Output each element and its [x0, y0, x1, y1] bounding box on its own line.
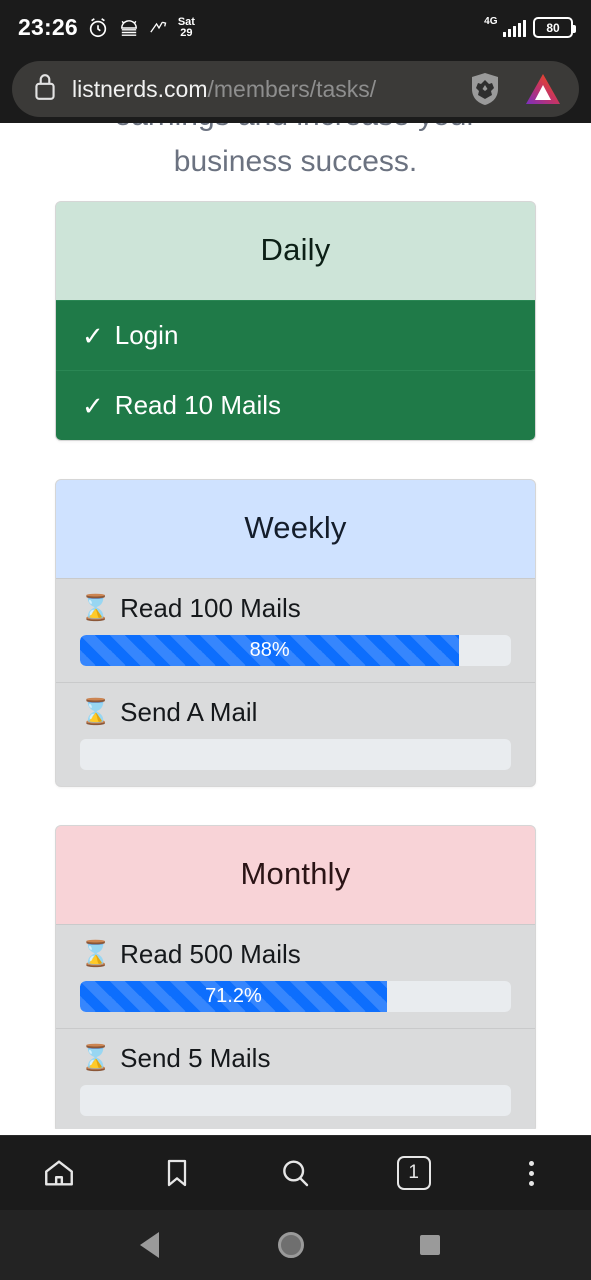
progress-track: [80, 1085, 511, 1116]
alarm-icon: [87, 17, 109, 39]
task-row-read-100-mails[interactable]: ⌛ Read 100 Mails 88%: [56, 578, 535, 682]
recents-icon[interactable]: [420, 1235, 440, 1255]
lock-icon: [32, 72, 58, 107]
home-circle-icon[interactable]: [278, 1232, 304, 1258]
network-type-label: 4G: [484, 16, 498, 27]
brave-rewards-bat-logo[interactable]: [521, 67, 565, 111]
brave-shield-icon[interactable]: [467, 71, 503, 107]
web-page-content: earnings and increase your business succ…: [0, 123, 591, 1129]
task-cards-list: Daily ✓ Login ✓ Read 10 Mails Weekly ⌛ R…: [0, 185, 591, 1129]
card-title-daily: Daily: [56, 202, 535, 300]
task-label: Send A Mail: [120, 697, 258, 727]
card-title-weekly: Weekly: [56, 480, 535, 578]
progress-track: 88%: [80, 635, 511, 666]
status-clock: 23:26: [18, 14, 78, 40]
phone-screen: 23:26 Sat 29 4G 80 listnerds.com/members…: [0, 0, 591, 1280]
more-dots: [529, 1160, 535, 1186]
task-card-daily: Daily ✓ Login ✓ Read 10 Mails: [55, 201, 536, 441]
tab-count: 1: [396, 1156, 431, 1190]
status-bar-right: 4G 80: [484, 16, 576, 38]
android-nav-bar: [0, 1210, 591, 1280]
android-icon: [118, 19, 140, 37]
task-row-send-a-mail[interactable]: ⌛ Send A Mail: [56, 682, 535, 786]
check-icon: ✓: [82, 390, 104, 421]
task-card-weekly: Weekly ⌛ Read 100 Mails 88% ⌛ Send A Mai…: [55, 479, 536, 787]
task-label-row: ⌛ Send A Mail: [80, 697, 511, 728]
intro-paragraph: earnings and increase your business succ…: [0, 123, 591, 185]
task-label: Read 500 Mails: [120, 939, 301, 969]
task-row-read-500-mails[interactable]: ⌛ Read 500 Mails 71.2%: [56, 924, 535, 1028]
card-title-monthly: Monthly: [56, 826, 535, 924]
home-icon[interactable]: [31, 1145, 87, 1201]
status-bar-left: 23:26 Sat 29: [18, 14, 195, 41]
task-label: Login: [114, 320, 179, 350]
hourglass-icon: ⌛: [80, 698, 112, 726]
status-date: Sat 29: [178, 16, 195, 39]
back-icon[interactable]: [140, 1232, 159, 1258]
hourglass-icon: ⌛: [80, 1044, 112, 1072]
task-row-read-10-mails[interactable]: ✓ Read 10 Mails: [56, 370, 535, 440]
progress-bar: 88%: [80, 635, 460, 666]
bookmark-icon[interactable]: [149, 1145, 205, 1201]
task-row-login[interactable]: ✓ Login: [56, 300, 535, 370]
task-row-send-5-mails[interactable]: ⌛ Send 5 Mails: [56, 1028, 535, 1129]
url-bar[interactable]: listnerds.com/members/tasks/: [12, 61, 579, 117]
search-icon[interactable]: [267, 1145, 323, 1201]
progress-label: 71.2%: [205, 985, 262, 1007]
browser-url-bar-container: listnerds.com/members/tasks/: [0, 55, 591, 123]
status-date-number: 29: [180, 26, 193, 39]
progress-track: [80, 739, 511, 770]
check-icon: ✓: [82, 320, 104, 351]
android-status-bar: 23:26 Sat 29 4G 80: [0, 0, 591, 55]
activity-icon: [149, 19, 169, 37]
url-domain: listnerds.com: [72, 75, 208, 102]
hourglass-icon: ⌛: [80, 940, 112, 968]
task-card-monthly: Monthly ⌛ Read 500 Mails 71.2% ⌛ Send 5 …: [55, 825, 536, 1129]
progress-track: 71.2%: [80, 981, 511, 1012]
task-label: Read 10 Mails: [114, 390, 281, 420]
task-label: Send 5 Mails: [120, 1043, 271, 1073]
tabs-icon[interactable]: 1: [386, 1145, 442, 1201]
url-text[interactable]: listnerds.com/members/tasks/: [72, 76, 453, 103]
hourglass-icon: ⌛: [80, 594, 112, 622]
task-label-row: ⌛ Send 5 Mails: [80, 1043, 511, 1074]
signal-strength-icon: [502, 19, 526, 37]
battery-icon: 80: [533, 17, 576, 38]
battery-level: 80: [546, 20, 560, 35]
url-path: /members/tasks/: [207, 75, 377, 102]
progress-label: 88%: [249, 639, 290, 661]
more-menu-icon[interactable]: [504, 1145, 560, 1201]
progress-bar: 71.2%: [80, 981, 387, 1012]
browser-bottom-toolbar: 1: [0, 1135, 591, 1210]
task-label-row: ⌛ Read 100 Mails: [80, 593, 511, 624]
intro-line-2: business success.: [173, 145, 418, 178]
task-label-row: ⌛ Read 500 Mails: [80, 939, 511, 970]
intro-line-1: earnings and increase your: [40, 123, 551, 139]
task-label: Read 100 Mails: [120, 593, 301, 623]
